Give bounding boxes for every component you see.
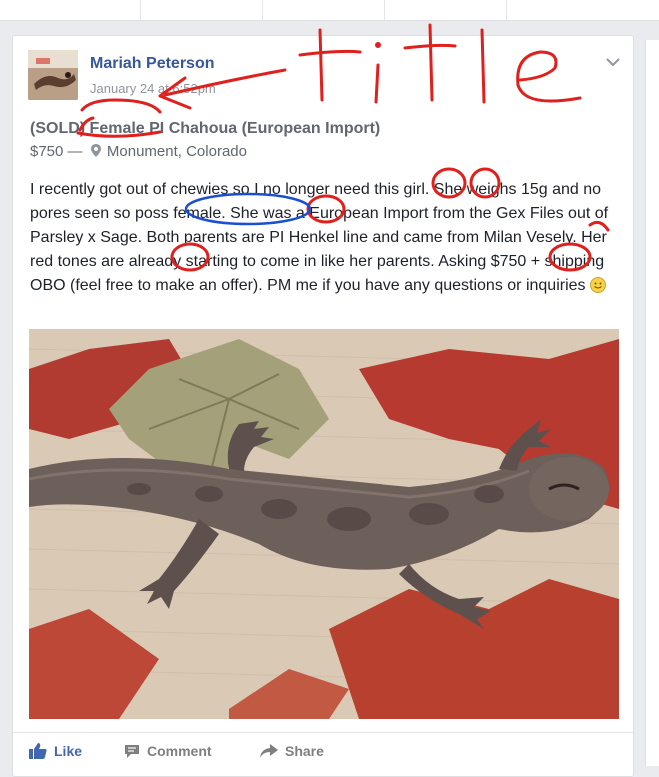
strip-divider: [140, 0, 141, 20]
strip-divider: [506, 0, 507, 20]
post-body-text: I recently got out of chewies so I no lo…: [30, 181, 609, 294]
like-label: Like: [54, 743, 83, 759]
avatar[interactable]: [28, 50, 78, 100]
author-name[interactable]: Mariah Peterson: [90, 55, 214, 73]
previous-post-strip: [0, 0, 659, 21]
comment-label: Comment: [147, 743, 212, 759]
thumbs-up-icon: [29, 743, 47, 759]
share-label: Share: [285, 743, 324, 759]
listing-location[interactable]: Monument, Colorado: [107, 143, 247, 160]
listing-price-location: $750 — Monument, Colorado: [30, 143, 247, 160]
gecko-photo[interactable]: [29, 329, 619, 719]
strip-divider: [384, 0, 385, 20]
smiley-icon: [589, 277, 606, 293]
post-timestamp[interactable]: January 24 at 6:52pm: [90, 81, 216, 96]
listing-price: $750: [30, 143, 64, 160]
right-column-edge: [645, 40, 659, 766]
chevron-down-icon[interactable]: [603, 52, 623, 72]
post-actions-bar: Like Comment Share: [13, 732, 633, 773]
map-pin-icon: [90, 144, 101, 157]
comment-bubble-icon: [125, 744, 139, 758]
like-button[interactable]: Like: [29, 743, 82, 759]
post-card: Mariah Peterson January 24 at 6:52pm (SO…: [12, 35, 634, 777]
share-button[interactable]: Share: [260, 743, 324, 759]
price-separator: —: [67, 143, 83, 160]
listing-title: (SOLD) Female PI Chahoua (European Impor…: [30, 120, 381, 137]
comment-button[interactable]: Comment: [124, 743, 212, 759]
strip-divider: [262, 0, 263, 20]
share-arrow-icon: [260, 744, 278, 758]
post-body: I recently got out of chewies so I no lo…: [30, 178, 620, 298]
